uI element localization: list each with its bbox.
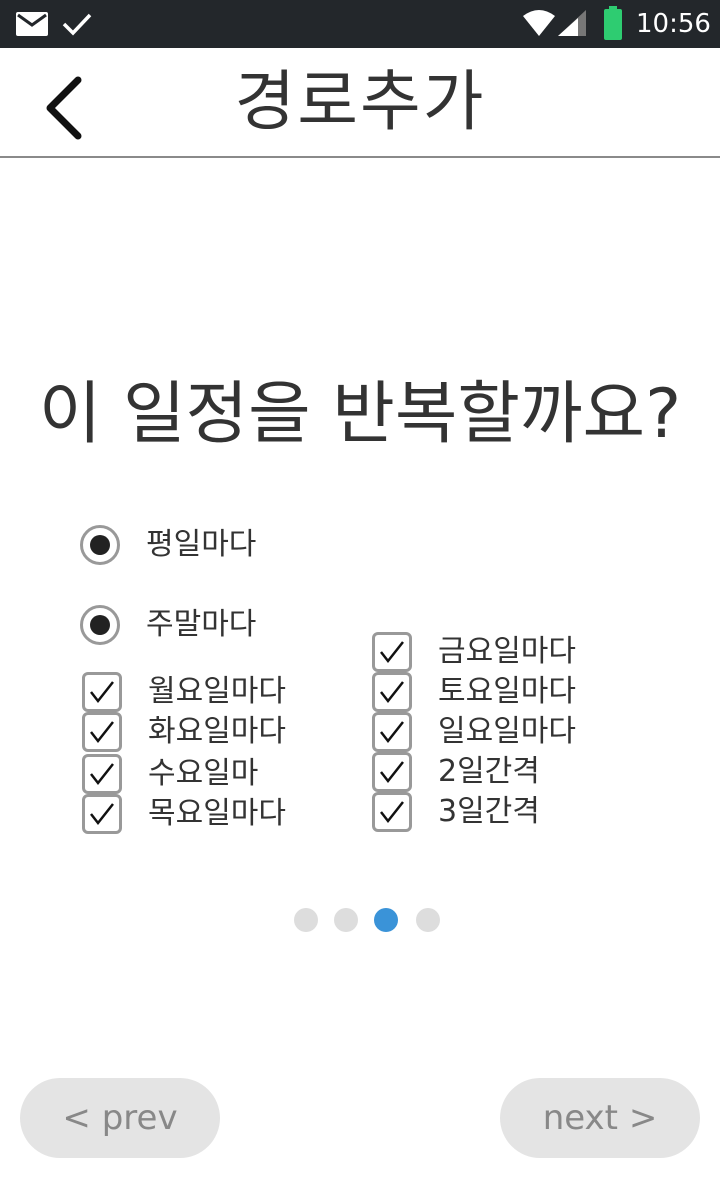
checkbox-label: 화요일마다 <box>148 714 286 749</box>
page-dot-2[interactable] <box>334 908 358 932</box>
checkbox-thursday[interactable]: 목요일마다 <box>82 794 286 834</box>
checkbox-tuesday[interactable]: 화요일마다 <box>82 712 286 752</box>
checkbox-saturday[interactable]: 토요일마다 <box>372 672 576 712</box>
mail-icon <box>16 12 48 40</box>
checkbox[interactable] <box>372 632 412 672</box>
radio-label: 평일마다 <box>146 527 257 562</box>
checkmark-icon <box>90 681 114 704</box>
status-bar: 10:56 <box>0 0 720 48</box>
checkbox[interactable] <box>372 712 412 752</box>
next-button[interactable]: next > <box>500 1078 700 1158</box>
checkmark-icon <box>90 763 114 786</box>
checkbox-monday[interactable]: 월요일마다 <box>82 672 286 712</box>
checkbox-label: 목요일마다 <box>148 796 286 831</box>
checkbox-label: 2일간격 <box>438 754 540 789</box>
radio-button[interactable] <box>80 605 120 645</box>
checkbox-label: 수요일마 <box>148 756 259 791</box>
radio-button[interactable] <box>80 525 120 565</box>
question-heading: 이 일정을 반복할까요? <box>38 375 682 454</box>
checkbox-sunday[interactable]: 일요일마다 <box>372 712 576 752</box>
checkmark-icon <box>90 721 114 744</box>
radio-selected-dot <box>90 535 110 555</box>
wifi-icon <box>522 8 556 42</box>
status-time: 10:56 <box>636 9 711 39</box>
signal-icon <box>556 8 588 42</box>
checkbox[interactable] <box>372 752 412 792</box>
radio-option-weekdays[interactable]: 평일마다 <box>80 523 256 567</box>
page-dot-3-active[interactable] <box>374 908 398 932</box>
page-title: 경로추가 <box>234 63 486 140</box>
battery-icon <box>604 6 622 44</box>
checkbox-label: 금요일마다 <box>438 634 576 669</box>
checkmark-icon <box>90 803 114 826</box>
checkmark-icon <box>380 681 404 704</box>
checkbox[interactable] <box>372 672 412 712</box>
checkbox-label: 월요일마다 <box>148 674 286 709</box>
page-dot-1[interactable] <box>294 908 318 932</box>
checkbox-label: 3일간격 <box>438 794 540 829</box>
radio-label: 주말마다 <box>146 607 257 642</box>
checkmark-icon <box>380 801 404 824</box>
checkbox[interactable] <box>82 754 122 794</box>
checkbox-every-2-days[interactable]: 2일간격 <box>372 752 540 792</box>
checkmark-icon <box>380 761 404 784</box>
page-dot-4[interactable] <box>416 908 440 932</box>
checkbox-wednesday[interactable]: 수요일마 <box>82 754 258 794</box>
checkbox-every-3-days[interactable]: 3일간격 <box>372 792 540 832</box>
checkmark-icon <box>380 641 404 664</box>
radio-selected-dot <box>90 615 110 635</box>
checkbox-label: 일요일마다 <box>438 714 576 749</box>
checkmark-icon <box>380 721 404 744</box>
prev-button[interactable]: < prev <box>20 1078 220 1158</box>
checkbox[interactable] <box>82 794 122 834</box>
checkbox[interactable] <box>82 712 122 752</box>
checkbox[interactable] <box>372 792 412 832</box>
check-icon <box>62 12 92 40</box>
radio-option-weekends[interactable]: 주말마다 <box>80 603 256 647</box>
checkbox-friday[interactable]: 금요일마다 <box>372 632 576 672</box>
checkbox[interactable] <box>82 672 122 712</box>
app-header: 경로추가 <box>0 48 720 158</box>
checkbox-label: 토요일마다 <box>438 674 576 709</box>
